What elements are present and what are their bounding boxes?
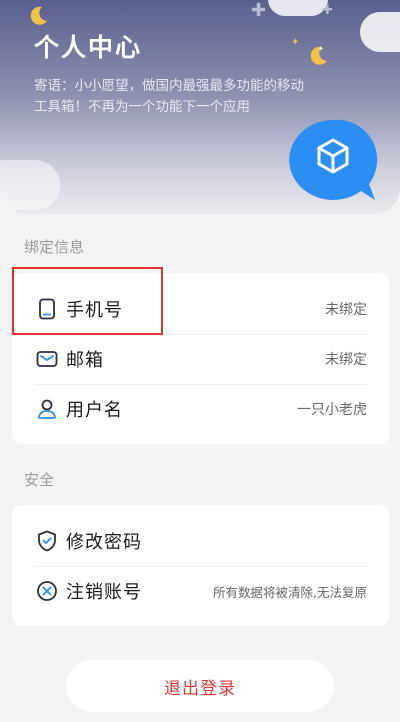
- section-label-security: 安全: [24, 471, 55, 489]
- highlight-box: [12, 267, 163, 335]
- section-label-binding: 绑定信息: [24, 238, 85, 256]
- star-icon: ✦: [318, 45, 324, 53]
- delete-account-warning: 所有数据将被清除,无法复原: [213, 584, 367, 600]
- star-icon: ✦: [291, 37, 300, 48]
- security-card: 修改密码 注销账号 所有数据将被清除,无法复原: [12, 505, 389, 626]
- cloud-decoration: [268, 0, 328, 16]
- page-title: 个人中心: [34, 33, 143, 62]
- shield-icon: [38, 530, 56, 552]
- mail-icon: [36, 351, 58, 367]
- delete-account-label: 注销账号: [66, 582, 142, 603]
- username-row[interactable]: 用户名 一只小老虎: [12, 384, 389, 434]
- motto-text: 寄语：小小愿望，做国内最强最多功能的移动工具箱！不再为一个功能下一个应用: [34, 78, 304, 115]
- email-value: 未绑定: [325, 352, 367, 368]
- close-circle-icon: [37, 581, 57, 601]
- username-label: 用户名: [66, 400, 123, 421]
- logout-button[interactable]: 退出登录: [66, 660, 334, 712]
- change-password-row[interactable]: 修改密码: [12, 516, 389, 566]
- email-label: 邮箱: [66, 350, 104, 371]
- toolbox-cube-badge: [289, 119, 378, 200]
- moon-icon: [30, 6, 47, 25]
- email-row[interactable]: 邮箱 未绑定: [12, 334, 389, 384]
- user-icon: [38, 399, 56, 419]
- username-value: 一只小老虎: [297, 402, 367, 418]
- change-password-label: 修改密码: [66, 532, 142, 553]
- cloud-decoration: [360, 12, 400, 52]
- cloud-decoration: [0, 160, 60, 210]
- sparkle-icon: ✚: [251, 0, 267, 21]
- delete-account-row[interactable]: 注销账号 所有数据将被清除,无法复原: [12, 566, 389, 616]
- sparkle-icon: ✚: [322, 3, 333, 18]
- phone-value: 未绑定: [325, 302, 367, 318]
